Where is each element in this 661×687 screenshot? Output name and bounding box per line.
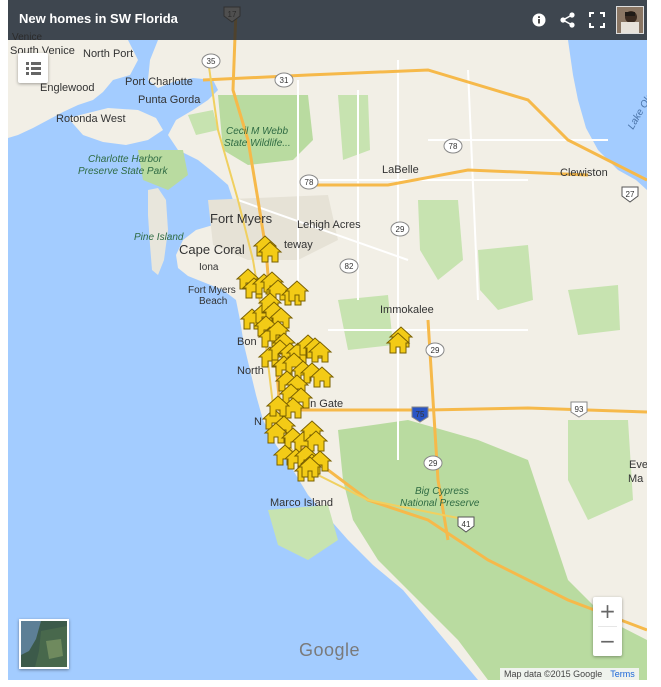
share-icon[interactable]	[557, 9, 579, 31]
place-gateway: teway	[284, 239, 313, 251]
place-lehigh-acres: Lehigh Acres	[297, 219, 361, 231]
road-shield-label: 31	[280, 76, 289, 85]
place-fort-myers: Fort Myers	[210, 211, 273, 226]
legend-button[interactable]	[18, 53, 48, 83]
map-canvas[interactable]: Lake Okeechobee Venice South Venice Nort…	[8, 0, 647, 680]
road-shield-label: 35	[207, 57, 216, 66]
park-charlotte-1: Charlotte Harbor	[88, 154, 163, 165]
satellite-thumbnail	[21, 621, 67, 667]
place-englewood: Englewood	[40, 82, 94, 94]
road-shield-r82: 82	[339, 258, 359, 274]
road-shield-label: 29	[429, 459, 438, 468]
park-pine-island: Pine Island	[134, 232, 184, 243]
legend-list-icon	[26, 62, 41, 75]
map-widget[interactable]: Lake Okeechobee Venice South Venice Nort…	[8, 0, 647, 680]
place-marl: Ma	[628, 473, 644, 485]
road-shield-label: 29	[396, 225, 405, 234]
road-shield-r29a: 29	[390, 221, 410, 237]
place-labelle: LaBelle	[382, 164, 419, 176]
road-shield-label: 93	[575, 405, 584, 414]
place-everglades: Eve	[629, 459, 647, 471]
green-area-1	[338, 95, 370, 160]
place-fort-myers-beach-1: Fort Myers	[188, 285, 236, 296]
green-area-7	[268, 505, 338, 560]
place-north-naples: North	[237, 365, 264, 377]
road-shield-label: 41	[462, 520, 471, 529]
road-shield-label: 27	[626, 190, 635, 199]
zoom-control: + −	[593, 597, 622, 656]
place-immokalee: Immokalee	[380, 304, 434, 316]
road-shield-label: 78	[449, 142, 458, 151]
road-shield-r29b: 29	[425, 342, 445, 358]
road-shield-r78b: 78	[299, 174, 319, 190]
road-shield-r78a: 78	[443, 138, 463, 154]
park-charlotte-2: Preserve State Park	[78, 166, 168, 177]
place-punta-gorda: Punta Gorda	[138, 94, 201, 106]
road-shield-label: 75	[416, 410, 425, 419]
google-logo: Google	[299, 640, 361, 660]
avatar[interactable]	[616, 6, 644, 34]
place-naples: N	[254, 416, 262, 428]
road-shield-label: 78	[305, 178, 314, 187]
satellite-view-toggle[interactable]	[19, 619, 69, 669]
road-shield-r29c: 29	[423, 455, 443, 471]
zoom-out-button[interactable]: −	[593, 627, 622, 656]
park-webb-2: State Wildlife...	[224, 138, 291, 149]
place-cape-coral: Cape Coral	[179, 242, 245, 257]
park-webb-1: Cecil M Webb	[226, 126, 288, 137]
zoom-in-button[interactable]: +	[593, 597, 622, 626]
place-golden-gate: en Gate	[304, 398, 343, 410]
road-shield-label: 82	[345, 262, 354, 271]
road-shield-label: 29	[431, 346, 440, 355]
info-icon[interactable]	[528, 9, 550, 31]
place-rotonda-west: Rotonda West	[56, 113, 126, 125]
place-port-charlotte: Port Charlotte	[125, 76, 193, 88]
place-clewiston: Clewiston	[560, 167, 608, 179]
road-shield-r35: 35	[201, 53, 221, 69]
title-bar: New homes in SW Florida	[8, 0, 647, 40]
place-north-port: North Port	[83, 48, 133, 60]
map-attribution: Map data ©2015 Google Terms	[500, 668, 639, 680]
place-marco-island: Marco Island	[270, 497, 333, 509]
place-fort-myers-beach-2: Beach	[199, 296, 227, 307]
avatar-image	[617, 7, 643, 33]
road-shield-r31: 31	[274, 72, 294, 88]
place-bonita: Bon	[237, 336, 257, 348]
fullscreen-icon[interactable]	[586, 9, 608, 31]
park-big-cypress-2: National Preserve	[400, 498, 480, 509]
place-iona: Iona	[199, 262, 219, 273]
map-title: New homes in SW Florida	[19, 11, 178, 26]
park-big-cypress-1: Big Cypress	[415, 486, 469, 497]
attribution-text: Map data ©2015 Google	[504, 669, 603, 679]
terms-link[interactable]: Terms	[610, 669, 635, 679]
